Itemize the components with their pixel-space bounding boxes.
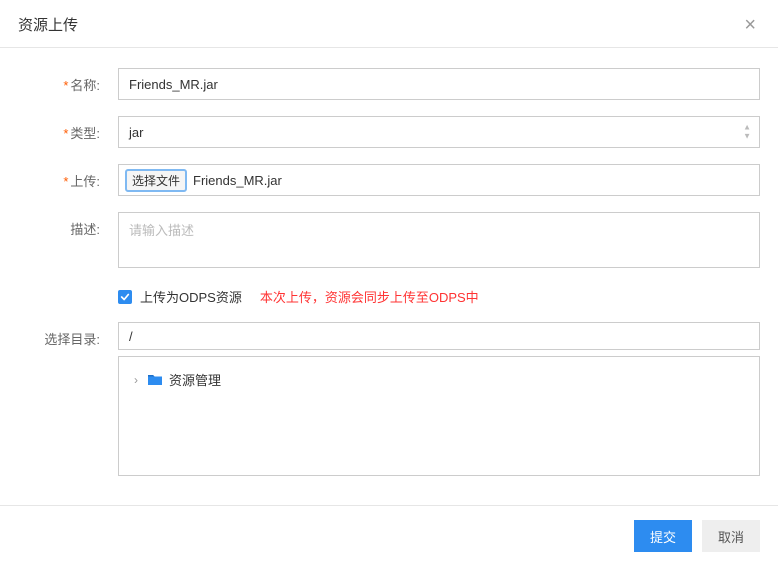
selected-filename: Friends_MR.jar [193, 173, 282, 188]
odps-warning: 本次上传，资源会同步上传至ODPS中 [260, 287, 479, 306]
chevron-right-icon[interactable]: › [131, 373, 141, 387]
close-button[interactable]: × [740, 15, 760, 35]
submit-button[interactable]: 提交 [634, 520, 692, 552]
modal-footer: 提交 取消 [0, 505, 778, 566]
close-icon: × [744, 14, 756, 36]
type-select[interactable]: jar ▲▼ [118, 116, 760, 148]
upload-row: *上传: 选择文件 Friends_MR.jar [18, 164, 760, 196]
type-label: *类型: [18, 116, 118, 142]
type-row: *类型: jar ▲▼ [18, 116, 760, 148]
check-icon [120, 292, 130, 302]
directory-path-input[interactable] [118, 322, 760, 350]
select-arrows-icon: ▲▼ [743, 124, 751, 141]
directory-row: 选择目录: › 资源管理 [18, 322, 760, 476]
odps-row: 上传为ODPS资源 本次上传，资源会同步上传至ODPS中 [18, 287, 760, 306]
directory-tree[interactable]: › 资源管理 [118, 356, 760, 476]
name-label: *名称: [18, 68, 118, 94]
modal-title: 资源上传 [18, 14, 78, 35]
description-textarea[interactable] [118, 212, 760, 268]
directory-label: 选择目录: [18, 322, 118, 348]
choose-file-button[interactable]: 选择文件 [125, 169, 187, 192]
modal-body: *名称: *类型: jar ▲▼ *上传: [0, 48, 778, 505]
type-value: jar [129, 125, 143, 140]
odps-checkbox[interactable] [118, 290, 132, 304]
tree-item-label: 资源管理 [169, 370, 221, 389]
tree-item[interactable]: › 资源管理 [127, 367, 751, 392]
name-input[interactable] [118, 68, 760, 100]
file-input-wrap: 选择文件 Friends_MR.jar [118, 164, 760, 196]
upload-resource-modal: 资源上传 × *名称: *类型: jar ▲▼ [0, 0, 778, 566]
name-row: *名称: [18, 68, 760, 100]
cancel-button[interactable]: 取消 [702, 520, 760, 552]
description-row: 描述: [18, 212, 760, 271]
modal-header: 资源上传 × [0, 0, 778, 48]
upload-label: *上传: [18, 164, 118, 190]
description-label: 描述: [18, 212, 118, 238]
folder-icon [147, 373, 163, 386]
odps-label: 上传为ODPS资源 [140, 287, 242, 306]
